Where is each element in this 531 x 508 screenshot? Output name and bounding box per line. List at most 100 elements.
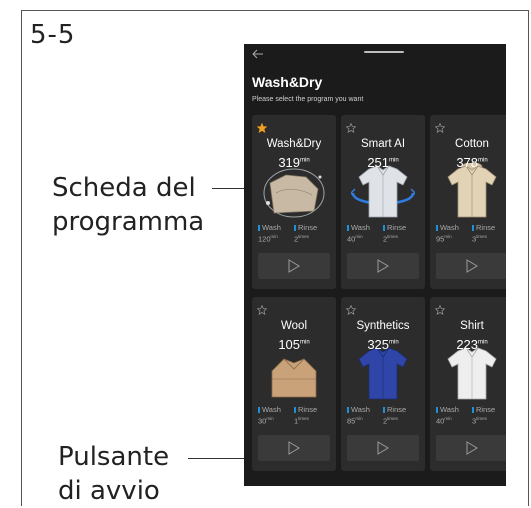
wash-unit: min [270, 234, 278, 239]
wash-stat: Wash 120min [258, 223, 281, 244]
program-name: Cotton [455, 138, 489, 150]
program-duration: 319min [252, 155, 336, 170]
favorite-star-icon[interactable] [345, 302, 357, 315]
play-icon [466, 441, 478, 455]
wash-unit: min [444, 416, 452, 421]
program-name: Wash&Dry [266, 138, 322, 150]
program-card[interactable]: Smart AI 251min Wash 40min Rinse 2times [341, 115, 425, 289]
program-name: Synthetics [356, 320, 410, 332]
duration-unit: min [478, 339, 488, 346]
cotton-hoodie-icon [440, 162, 504, 221]
rinse-label: Rinse [383, 223, 406, 232]
play-icon [288, 259, 300, 273]
favorite-star-icon[interactable] [345, 120, 357, 133]
program-name: Shirt [460, 320, 484, 332]
smart-ai-shirt-icon [349, 163, 417, 221]
rinse-unit: times [476, 234, 487, 239]
rinse-label: Rinse [472, 223, 495, 232]
rinse-unit: times [298, 234, 309, 239]
duration-unit: min [478, 157, 488, 164]
program-card[interactable]: Synthetics 325min Wash 85min Rinse 2time… [341, 297, 425, 471]
page-subtitle: Please select the program you want [252, 96, 364, 103]
wash-label: Wash [436, 223, 459, 232]
wash-dry-garment-icon [262, 163, 326, 221]
start-button[interactable] [347, 253, 419, 279]
program-card[interactable]: Wool 105min Wash 30min Rinse 1times [252, 297, 336, 471]
wash-value: 120 [258, 234, 271, 244]
callout-program-card: Scheda del programma [52, 171, 204, 239]
wash-label: Wash [258, 405, 281, 414]
rinse-stat: Rinse 3times [472, 405, 495, 426]
wash-unit: min [355, 234, 363, 239]
wash-unit: min [444, 234, 452, 239]
duration-unit: min [389, 157, 399, 164]
wash-stat: Wash 30min [258, 405, 281, 426]
program-duration: 378min [430, 155, 506, 170]
wool-sweater-icon [262, 345, 326, 403]
program-duration: 251min [341, 155, 425, 170]
rinse-unit: times [298, 416, 309, 421]
duration-unit: min [389, 339, 399, 346]
synthetics-shirt-icon [351, 345, 415, 403]
rinse-label: Rinse [472, 405, 495, 414]
favorite-star-icon[interactable] [434, 302, 446, 315]
program-duration: 223min [430, 337, 506, 352]
wash-unit: min [355, 416, 363, 421]
wash-stat: Wash 85min [347, 405, 370, 426]
rinse-stat: Rinse 3times [472, 223, 495, 244]
duration-unit: min [300, 339, 310, 346]
program-duration: 105min [252, 337, 336, 352]
rinse-stat: Rinse 2times [294, 223, 317, 244]
rinse-unit: times [387, 416, 398, 421]
callout-program-card-line2: programma [52, 207, 205, 237]
white-shirt-icon [440, 345, 504, 403]
duration-value: 325 [367, 337, 390, 352]
duration-value: 105 [278, 337, 301, 352]
program-name: Smart AI [360, 138, 406, 150]
duration-value: 251 [367, 155, 390, 170]
callout-start-button-line1: Pulsante [58, 442, 170, 472]
rinse-stat: Rinse 2times [383, 405, 406, 426]
favorite-star-icon[interactable] [256, 302, 268, 315]
program-card[interactable]: Cotton 378min Wash 95min Rinse 3times [430, 115, 506, 289]
start-button[interactable] [436, 435, 506, 461]
wash-stat: Wash 95min [436, 223, 459, 244]
duration-value: 378 [456, 155, 479, 170]
start-button[interactable] [258, 435, 330, 461]
duration-value: 223 [456, 337, 479, 352]
program-card[interactable]: Shirt 223min Wash 40min Rinse 3times [430, 297, 506, 471]
rinse-label: Rinse [294, 405, 317, 414]
callout-start-button: Pulsante di avvio [58, 440, 169, 508]
drag-handle[interactable] [364, 51, 404, 53]
rinse-label: Rinse [294, 223, 317, 232]
page-number: 5-5 [30, 20, 76, 50]
wash-label: Wash [347, 223, 370, 232]
wash-stat: Wash 40min [347, 223, 370, 244]
page-title: Wash&Dry [252, 74, 323, 90]
wash-label: Wash [347, 405, 370, 414]
start-button[interactable] [436, 253, 506, 279]
rinse-stat: Rinse 2times [383, 223, 406, 244]
rinse-stat: Rinse 1times [294, 405, 317, 426]
wash-label: Wash [258, 223, 281, 232]
duration-value: 319 [278, 155, 301, 170]
favorite-star-icon[interactable] [256, 120, 268, 133]
program-duration: 325min [341, 337, 425, 352]
start-button[interactable] [347, 435, 419, 461]
play-icon [377, 259, 389, 273]
play-icon [466, 259, 478, 273]
wash-label: Wash [436, 405, 459, 414]
program-card[interactable]: Wash&Dry 319min Wash 120min Rinse 2times [252, 115, 336, 289]
callout-start-button-line2: di avvio [58, 476, 160, 506]
start-button[interactable] [258, 253, 330, 279]
wash-unit: min [266, 416, 274, 421]
program-name: Wool [281, 320, 307, 332]
callout-program-card-line1: Scheda del [52, 173, 196, 203]
play-icon [377, 441, 389, 455]
rinse-unit: times [387, 234, 398, 239]
arrow-left-icon[interactable] [252, 48, 264, 62]
duration-unit: min [300, 157, 310, 164]
favorite-star-icon[interactable] [434, 120, 446, 133]
rinse-unit: times [476, 416, 487, 421]
wash-stat: Wash 40min [436, 405, 459, 426]
